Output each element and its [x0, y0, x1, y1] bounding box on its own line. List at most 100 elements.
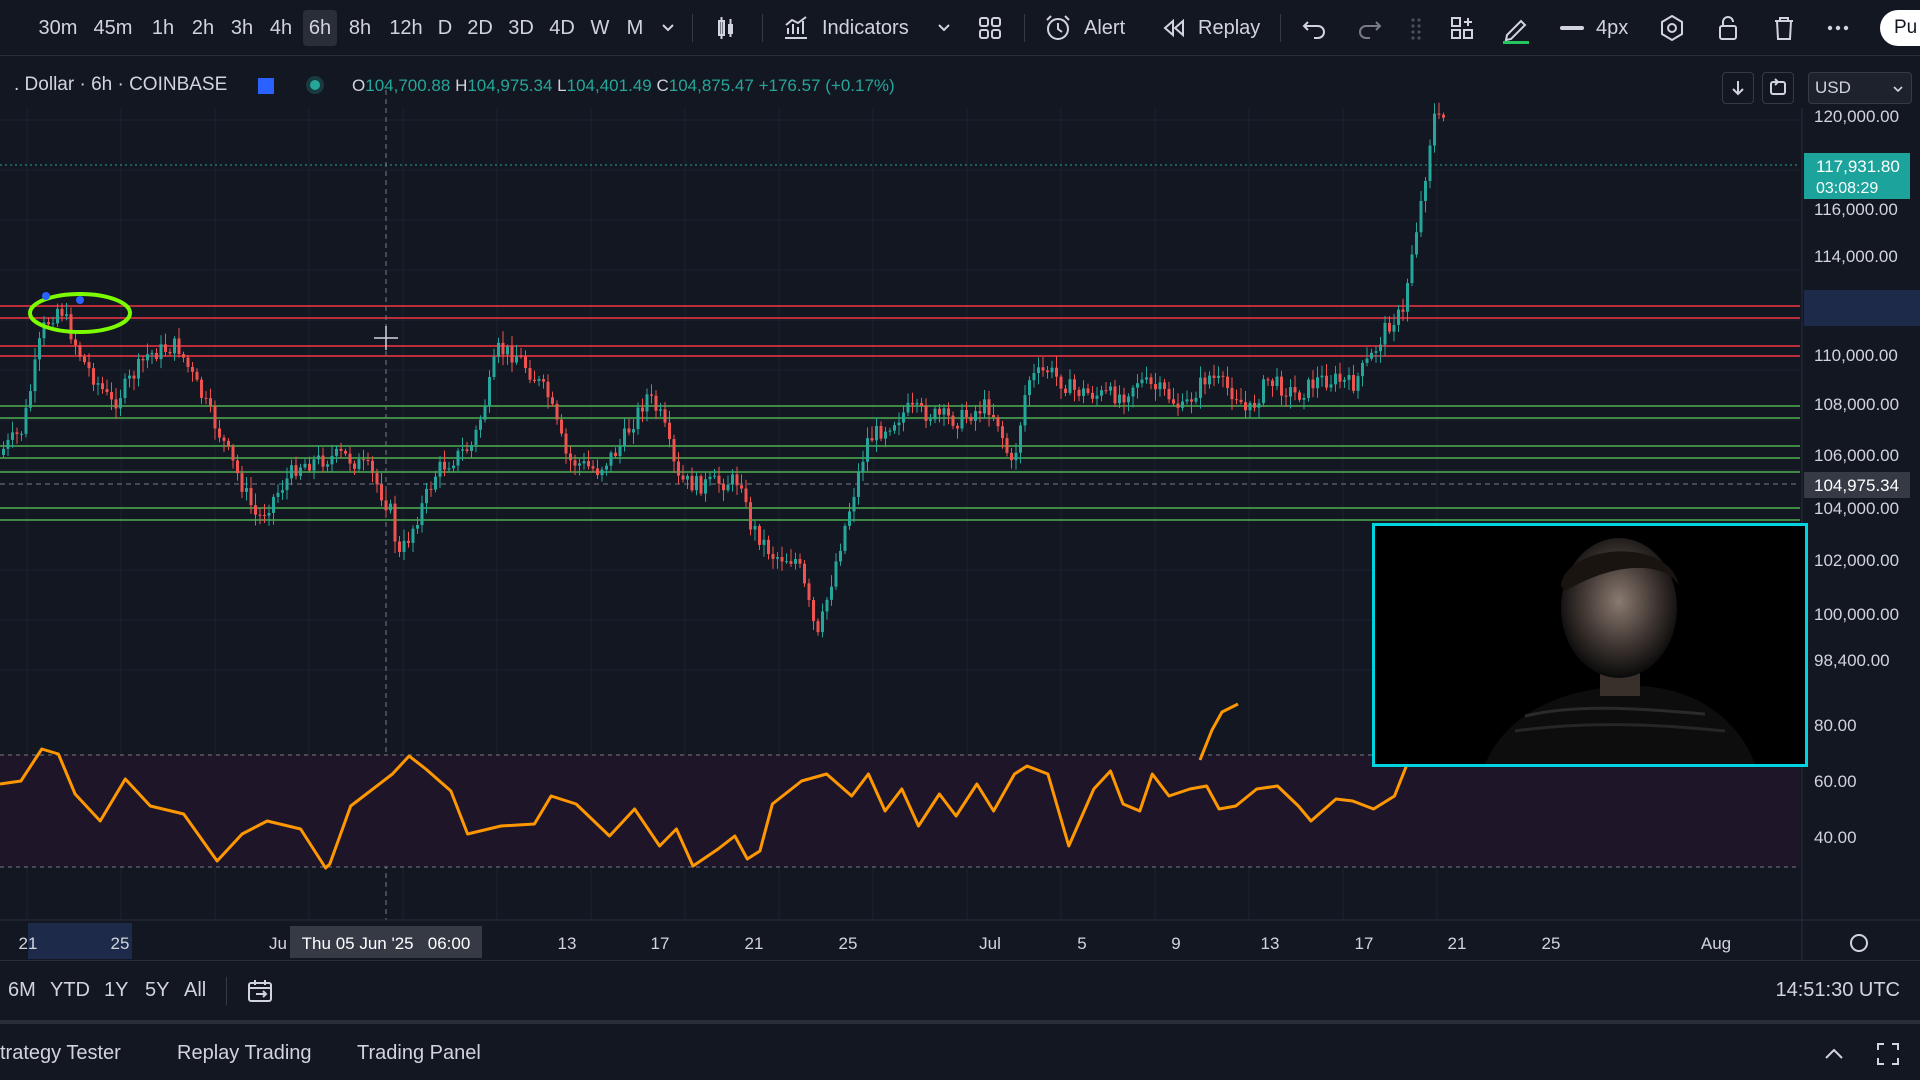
replay-icon[interactable] [1157, 12, 1189, 44]
reset-scale-button[interactable] [1762, 72, 1794, 104]
settings-gear-icon[interactable] [1850, 934, 1868, 952]
range-1y[interactable]: 1Y [104, 979, 128, 1002]
rsi-line-tail [1198, 702, 1239, 761]
redo-icon[interactable] [1354, 12, 1386, 44]
candle-body [384, 500, 388, 511]
candle-body [339, 448, 343, 451]
candle-body [303, 463, 307, 468]
interval-12h[interactable]: 12h [385, 10, 427, 46]
range-all[interactable]: All [184, 979, 206, 1002]
tab-replay-trading[interactable]: Replay Trading [177, 1042, 312, 1065]
more-icon[interactable] [1822, 12, 1854, 44]
interval-2d[interactable]: 2D [465, 10, 495, 46]
candle-body [600, 469, 604, 476]
candle-body [627, 428, 631, 433]
alert-clock-icon[interactable] [1042, 12, 1074, 44]
object-tree-icon[interactable] [1446, 12, 1478, 44]
price-chart[interactable]: 120,000.00116,000.00114,000.00112,000.00… [0, 0, 1920, 960]
settings-hex-icon[interactable] [1656, 12, 1688, 44]
candle-body [947, 408, 950, 416]
interval-30m[interactable]: 30m [34, 10, 82, 46]
currency-value: USD [1815, 78, 1851, 97]
chevron-up-icon[interactable] [1818, 1038, 1850, 1070]
indicators-dropdown-icon[interactable] [928, 12, 960, 44]
candle-body [276, 492, 280, 497]
interval-1h[interactable]: 1h [148, 10, 178, 46]
alert-button[interactable]: Alert [1084, 10, 1125, 46]
time-tick-label: 13 [1261, 934, 1280, 953]
symbol-title[interactable]: . Dollar · 6h · COINBASE [14, 74, 227, 96]
interval-8h[interactable]: 8h [345, 10, 375, 46]
candle-body [875, 425, 878, 441]
interval-6h[interactable]: 6h [303, 10, 337, 46]
candle-body [951, 415, 955, 426]
trash-icon[interactable] [1768, 12, 1800, 44]
interval-45m[interactable]: 45m [88, 10, 138, 46]
annotation-handle-icon[interactable] [42, 292, 50, 300]
indicators-icon[interactable] [780, 12, 812, 44]
layout-grid-icon[interactable] [974, 12, 1006, 44]
interval-m[interactable]: M [620, 10, 650, 46]
candle-body [137, 358, 140, 379]
flag-icon[interactable] [258, 78, 274, 94]
candle-body [1167, 388, 1171, 400]
range-5y[interactable]: 5Y [145, 979, 169, 1002]
candle-body [731, 474, 734, 485]
indicators-button[interactable]: Indicators [822, 10, 909, 46]
price-tick-label: 110,000.00 [1814, 346, 1898, 365]
candle-body [1181, 401, 1184, 408]
candle-body [353, 463, 356, 469]
line-width-icon[interactable] [1556, 12, 1588, 44]
candle-body [843, 525, 847, 551]
candle-body [938, 408, 941, 415]
candle-body [1086, 388, 1090, 393]
tab-trading-panel[interactable]: Trading Panel [357, 1042, 481, 1065]
candle-body [114, 399, 118, 409]
candle-body [969, 416, 973, 421]
interval-2h[interactable]: 2h [188, 10, 218, 46]
ohlc-values: O104,700.88 H104,975.34 L104,401.49 C104… [352, 76, 895, 95]
candle-body [15, 432, 19, 434]
candle-body [1037, 367, 1040, 374]
candle-style-icon[interactable] [710, 12, 742, 44]
candle-body [24, 407, 28, 434]
time-tick-label: 5 [1077, 934, 1086, 953]
utc-clock[interactable]: 14:51:30 UTC [1775, 979, 1900, 1002]
candle-body [1176, 403, 1180, 408]
candle-body [785, 561, 788, 563]
range-6m[interactable]: 6M [8, 979, 36, 1002]
candle-body [690, 475, 694, 491]
candle-body [699, 476, 703, 494]
candle-body [677, 461, 680, 476]
tab-strategy-tester[interactable]: trategy Tester [0, 1042, 121, 1065]
interval-3d[interactable]: 3D [506, 10, 536, 46]
candle-body [1253, 402, 1256, 408]
candle-body [663, 409, 667, 423]
maximize-icon[interactable] [1872, 1038, 1904, 1070]
interval-d[interactable]: D [432, 10, 458, 46]
undo-icon[interactable] [1298, 12, 1330, 44]
pencil-icon[interactable] [1500, 12, 1532, 44]
scroll-to-latest-button[interactable] [1722, 72, 1754, 104]
drag-handle-icon[interactable] [1400, 12, 1432, 44]
annotation-handle-icon[interactable] [76, 296, 84, 304]
line-width-value[interactable]: 4px [1596, 10, 1628, 46]
rsi-band [0, 755, 1800, 867]
publish-button[interactable]: Pu [1880, 10, 1920, 46]
replay-button[interactable]: Replay [1198, 10, 1260, 46]
toolbar-divider [762, 14, 763, 42]
calendar-icon[interactable] [244, 975, 276, 1007]
candle-body [213, 405, 217, 429]
interval-4d[interactable]: 4D [547, 10, 577, 46]
interval-3h[interactable]: 3h [227, 10, 257, 46]
interval-dropdown-icon[interactable] [652, 12, 684, 44]
candle-body [546, 381, 550, 398]
interval-4h[interactable]: 4h [266, 10, 296, 46]
candle-body [1437, 113, 1441, 115]
interval-w[interactable]: W [586, 10, 614, 46]
candle-body [1032, 373, 1036, 381]
rsi-tick-label: 60.00 [1814, 772, 1857, 791]
currency-select[interactable]: USD [1808, 72, 1912, 104]
lock-icon[interactable] [1712, 12, 1744, 44]
range-ytd[interactable]: YTD [50, 979, 90, 1002]
